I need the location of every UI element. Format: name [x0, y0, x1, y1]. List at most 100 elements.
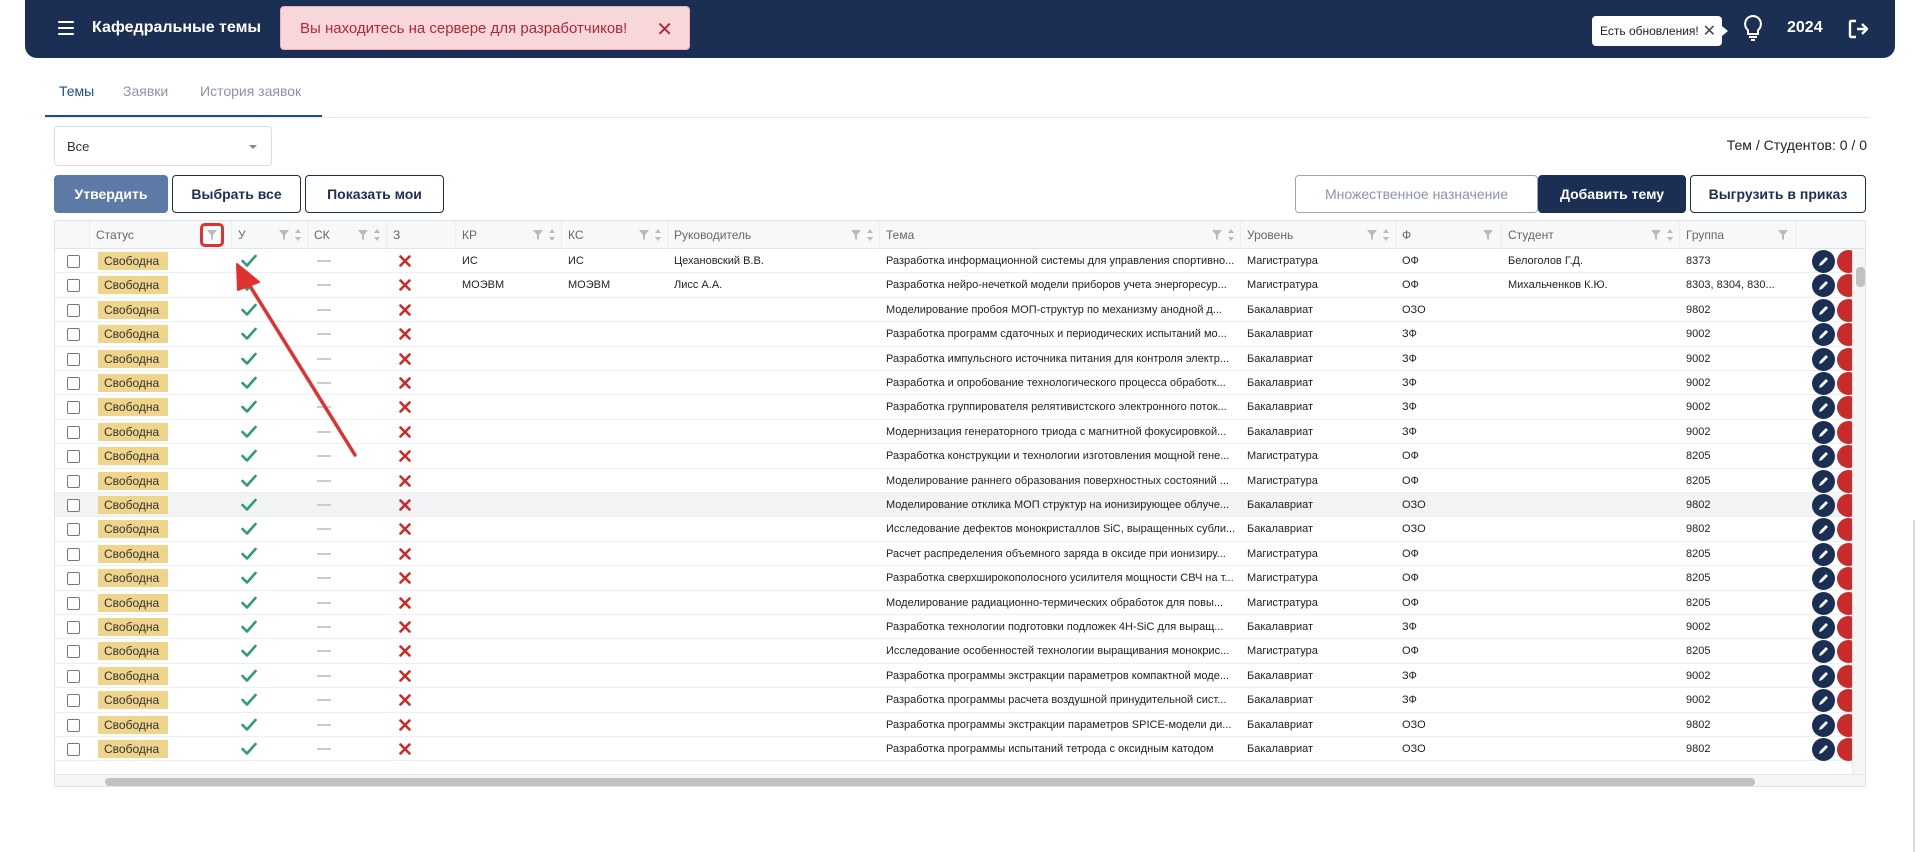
show-mine-button[interactable]: Показать мои	[305, 175, 444, 213]
table-row[interactable]: Свободна Модернизация генераторного триод…	[55, 420, 1865, 445]
filter-icon[interactable]	[533, 230, 543, 240]
row-checkbox[interactable]	[67, 255, 80, 268]
tab-requests[interactable]: Заявки	[123, 83, 168, 99]
edit-button[interactable]	[1812, 689, 1835, 713]
status-filter-select[interactable]: Все	[54, 126, 272, 166]
edit-button[interactable]	[1812, 664, 1835, 688]
select-all-button[interactable]: Выбрать все	[172, 175, 301, 213]
filter-icon[interactable]	[279, 230, 289, 240]
filter-icon[interactable]	[1367, 230, 1377, 240]
tab-request-history[interactable]: История заявок	[200, 83, 301, 99]
column-sk[interactable]: СК	[308, 221, 387, 249]
table-row[interactable]: Свободна Разработка конструкции и техноло…	[55, 444, 1865, 469]
table-row[interactable]: Свободна Разработка программы расчета воз…	[55, 688, 1865, 713]
row-checkbox[interactable]	[67, 377, 80, 390]
edit-button[interactable]	[1812, 298, 1835, 322]
sort-icon[interactable]	[655, 229, 661, 241]
column-topic[interactable]: Тема	[880, 221, 1241, 249]
edit-button[interactable]	[1812, 738, 1835, 761]
approve-button[interactable]: Утвердить	[54, 175, 168, 213]
row-checkbox[interactable]	[67, 303, 80, 317]
edit-button[interactable]	[1812, 274, 1835, 298]
edit-button[interactable]	[1812, 591, 1835, 615]
filter-icon[interactable]	[1212, 230, 1222, 240]
table-row[interactable]: Свободна Моделирование радиационно-термич…	[55, 591, 1865, 615]
table-row[interactable]: Свободна Разработка и опробование техноло…	[55, 371, 1865, 396]
edit-button[interactable]	[1812, 250, 1835, 273]
filter-icon[interactable]	[851, 230, 861, 240]
column-form[interactable]: Ф	[1396, 221, 1502, 249]
sort-icon[interactable]	[867, 229, 873, 241]
sort-icon[interactable]	[549, 229, 555, 241]
row-checkbox[interactable]	[67, 547, 80, 561]
tab-topics[interactable]: Темы	[59, 83, 94, 99]
column-level[interactable]: Уровень	[1241, 221, 1396, 249]
row-checkbox[interactable]	[67, 425, 80, 439]
row-checkbox[interactable]	[67, 596, 80, 610]
row-checkbox[interactable]	[67, 328, 80, 342]
edit-button[interactable]	[1812, 616, 1835, 639]
edit-button[interactable]	[1812, 567, 1835, 591]
edit-button[interactable]	[1812, 420, 1835, 444]
column-kr[interactable]: КР	[456, 221, 562, 249]
edit-button[interactable]	[1812, 372, 1835, 395]
horizontal-scrollbar[interactable]	[55, 774, 1865, 786]
edit-button[interactable]	[1812, 494, 1835, 517]
table-row[interactable]: Свободна Разработка программы экстракции …	[55, 713, 1865, 737]
row-checkbox[interactable]	[67, 279, 80, 293]
sort-icon[interactable]	[1667, 229, 1673, 241]
scrollbar-thumb[interactable]	[105, 778, 1755, 786]
row-checkbox[interactable]	[67, 474, 80, 488]
row-checkbox[interactable]	[67, 572, 80, 586]
table-row[interactable]: Свободна Моделирование отклика МОП структ…	[55, 493, 1865, 518]
multi-assign-button[interactable]: Множественное назначение	[1295, 175, 1538, 213]
table-row[interactable]: Свободна МОЭВМ МОЭВМ Лисс А.А. Разработка не…	[55, 273, 1865, 298]
table-row[interactable]: Свободна Разработка технологии подготовки…	[55, 615, 1865, 640]
column-student[interactable]: Студент	[1502, 221, 1680, 249]
edit-button[interactable]	[1812, 469, 1835, 493]
export-order-button[interactable]: Выгрузить в приказ	[1690, 175, 1866, 213]
edit-button[interactable]	[1812, 396, 1835, 420]
sort-icon[interactable]	[374, 229, 380, 241]
row-checkbox[interactable]	[67, 352, 80, 366]
table-row[interactable]: Свободна ИС ИС Цехановский В.В. Разработка и…	[55, 249, 1865, 274]
row-checkbox[interactable]	[67, 450, 80, 464]
table-row[interactable]: Свободна Разработка программы испытаний т…	[55, 737, 1865, 762]
edit-button[interactable]	[1812, 323, 1835, 347]
lightbulb-icon[interactable]	[1742, 14, 1764, 42]
table-row[interactable]: Свободна Разработка программ сдаточных и …	[55, 322, 1865, 347]
row-checkbox[interactable]	[67, 401, 80, 415]
column-group[interactable]: Группа	[1680, 221, 1797, 249]
add-topic-button[interactable]: Добавить тему	[1538, 175, 1686, 213]
table-row[interactable]: Свободна Исследование дефектов монокриста…	[55, 517, 1865, 542]
table-row[interactable]: Свободна Расчет распределения объемного з…	[55, 542, 1865, 567]
edit-button[interactable]	[1812, 518, 1835, 542]
close-icon[interactable]: ✕	[656, 17, 673, 42]
edit-button[interactable]	[1812, 640, 1835, 664]
row-checkbox[interactable]	[67, 743, 80, 756]
edit-button[interactable]	[1812, 542, 1835, 566]
close-icon[interactable]: ✕	[1703, 21, 1716, 41]
edit-button[interactable]	[1812, 445, 1835, 469]
row-checkbox[interactable]	[67, 694, 80, 708]
filter-icon[interactable]	[1651, 230, 1661, 240]
edit-button[interactable]	[1812, 347, 1835, 371]
table-row[interactable]: Свободна Разработка сверхширокополосного …	[55, 566, 1865, 591]
scrollbar-thumb[interactable]	[1856, 267, 1865, 287]
menu-icon[interactable]	[58, 21, 74, 35]
column-ks[interactable]: КС	[562, 221, 668, 249]
sort-icon[interactable]	[295, 229, 301, 241]
table-row[interactable]: Свободна Разработка группирователя реляти…	[55, 395, 1865, 420]
table-row[interactable]: Свободна Моделирование раннего образовани…	[55, 469, 1865, 493]
table-row[interactable]: Свободна Разработка программы экстракции …	[55, 664, 1865, 689]
row-checkbox[interactable]	[67, 645, 80, 659]
filter-icon[interactable]	[639, 230, 649, 240]
table-row[interactable]: Свободна Исследование особенностей технол…	[55, 639, 1865, 664]
edit-button[interactable]	[1812, 713, 1835, 737]
column-supervisor[interactable]: Руководитель	[668, 221, 880, 249]
vertical-scrollbar[interactable]	[1852, 249, 1865, 776]
row-checkbox[interactable]	[67, 621, 80, 634]
row-checkbox[interactable]	[67, 523, 80, 537]
row-checkbox[interactable]	[67, 718, 80, 732]
row-checkbox[interactable]	[67, 499, 80, 512]
